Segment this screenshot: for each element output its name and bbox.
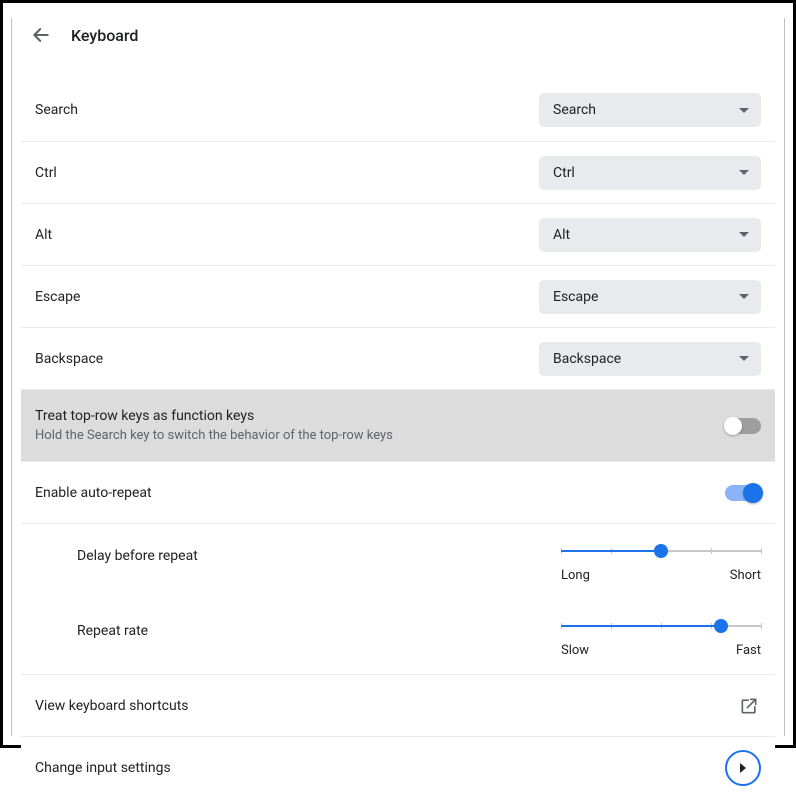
keymap-select-ctrl[interactable]: Ctrl bbox=[539, 156, 761, 190]
toggle-knob bbox=[743, 483, 763, 503]
rate-slider[interactable]: Slow Fast bbox=[561, 615, 761, 658]
keymap-row-search: Search Search bbox=[21, 79, 775, 141]
chevron-down-icon bbox=[739, 170, 749, 175]
delay-slider[interactable]: Long Short bbox=[561, 540, 761, 583]
change-input-settings-label: Change input settings bbox=[35, 760, 171, 776]
auto-repeat-toggle[interactable] bbox=[725, 485, 761, 501]
select-value: Alt bbox=[553, 227, 570, 243]
view-shortcuts-label: View keyboard shortcuts bbox=[35, 698, 189, 714]
toprow-function-keys-row: Treat top-row keys as function keys Hold… bbox=[21, 389, 775, 461]
auto-repeat-row: Enable auto-repeat bbox=[21, 461, 775, 523]
back-arrow-icon[interactable] bbox=[29, 23, 53, 47]
keymap-label: Backspace bbox=[35, 351, 103, 367]
select-value: Ctrl bbox=[553, 165, 575, 181]
open-external-icon bbox=[737, 694, 761, 718]
repeat-rate-row: Repeat rate Slow Fast bbox=[21, 599, 775, 674]
keymap-select-alt[interactable]: Alt bbox=[539, 218, 761, 252]
toprow-label: Treat top-row keys as function keys bbox=[35, 408, 393, 424]
change-input-settings-row[interactable]: Change input settings bbox=[21, 736, 775, 798]
keymap-label: Ctrl bbox=[35, 165, 57, 181]
toggle-knob bbox=[724, 417, 742, 435]
view-shortcuts-row[interactable]: View keyboard shortcuts bbox=[21, 674, 775, 736]
chevron-down-icon bbox=[739, 232, 749, 237]
chevron-down-icon bbox=[739, 294, 749, 299]
toprow-toggle[interactable] bbox=[725, 418, 761, 434]
select-value: Backspace bbox=[553, 351, 621, 367]
header: Keyboard bbox=[21, 7, 775, 63]
slider-right-label: Fast bbox=[736, 643, 761, 658]
keymap-row-ctrl: Ctrl Ctrl bbox=[21, 141, 775, 203]
chevron-down-icon bbox=[739, 356, 749, 361]
slider-knob[interactable] bbox=[654, 544, 668, 558]
toprow-sublabel: Hold the Search key to switch the behavi… bbox=[35, 428, 393, 443]
keymap-select-search[interactable]: Search bbox=[539, 93, 761, 127]
slider-knob[interactable] bbox=[714, 619, 728, 633]
chevron-down-icon bbox=[739, 108, 749, 113]
delay-label: Delay before repeat bbox=[77, 540, 198, 564]
auto-repeat-label: Enable auto-repeat bbox=[35, 485, 152, 501]
keymap-row-alt: Alt Alt bbox=[21, 203, 775, 265]
keymap-select-backspace[interactable]: Backspace bbox=[539, 342, 761, 376]
slider-right-label: Short bbox=[730, 568, 761, 583]
keymap-row-backspace: Backspace Backspace bbox=[21, 327, 775, 389]
next-arrow-icon[interactable] bbox=[725, 750, 761, 786]
keymap-select-escape[interactable]: Escape bbox=[539, 280, 761, 314]
delay-before-repeat-row: Delay before repeat Long Short bbox=[21, 524, 775, 599]
keymap-row-escape: Escape Escape bbox=[21, 265, 775, 327]
keymap-label: Search bbox=[35, 102, 78, 118]
keymap-label: Alt bbox=[35, 227, 52, 243]
select-value: Search bbox=[553, 102, 596, 118]
rate-label: Repeat rate bbox=[77, 615, 148, 639]
select-value: Escape bbox=[553, 289, 598, 305]
slider-left-label: Long bbox=[561, 568, 590, 583]
keymap-label: Escape bbox=[35, 289, 80, 305]
slider-left-label: Slow bbox=[561, 643, 589, 658]
page-title: Keyboard bbox=[71, 26, 138, 45]
